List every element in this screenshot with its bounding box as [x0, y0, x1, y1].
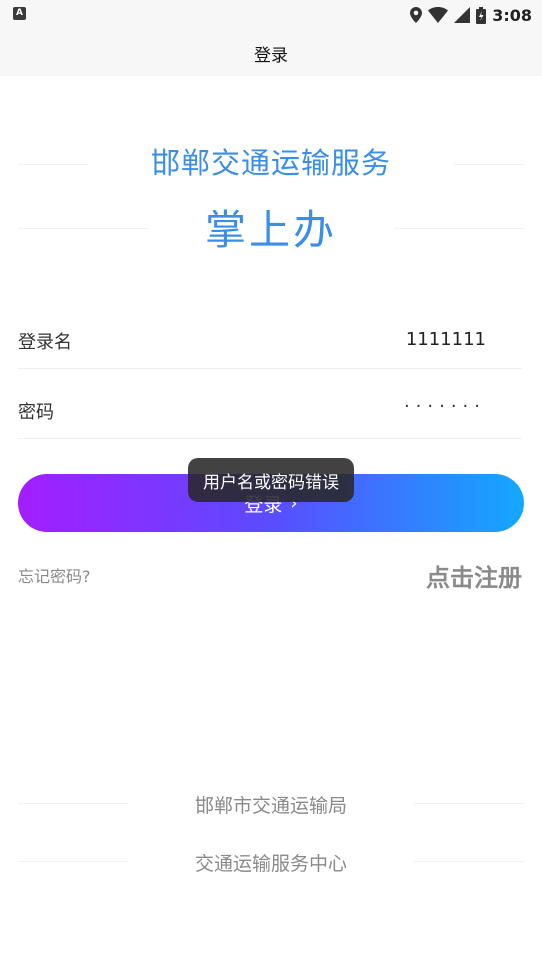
password-row: 密码 ·······	[18, 378, 522, 439]
password-label: 密码	[18, 402, 54, 423]
toast-message: 用户名或密码错误	[203, 472, 339, 493]
username-input[interactable]	[186, 322, 486, 356]
app-subtitle: 掌上办	[205, 206, 337, 254]
signal-icon	[454, 7, 471, 23]
footer-org-line1: 邯郸市交通运输局	[194, 795, 347, 817]
app-title: 邯郸交通运输服务	[150, 146, 391, 180]
username-row: 登录名	[18, 308, 522, 369]
error-toast: 用户名或密码错误	[188, 458, 354, 502]
keyboard-indicator-icon: A	[13, 7, 26, 20]
status-bar: A 3:08	[0, 0, 542, 30]
wifi-icon	[428, 7, 449, 23]
username-label: 登录名	[18, 332, 72, 353]
forgot-password-link[interactable]: 忘记密码?	[18, 563, 91, 587]
page-title: 登录	[254, 45, 288, 66]
register-link[interactable]: 点击注册	[426, 558, 522, 593]
battery-icon	[476, 6, 487, 24]
status-time: 3:08	[492, 5, 532, 25]
login-screen: A 3:08 登录 邯郸交通运输服务 掌上办 登录名 1111111 密码 ··…	[0, 0, 542, 962]
footer-org-line2: 交通运输服务中心	[194, 853, 347, 875]
location-icon	[410, 7, 423, 23]
status-icons: 3:08	[410, 4, 532, 26]
app-header: 登录	[0, 30, 542, 76]
password-input[interactable]: ·······	[404, 396, 486, 417]
